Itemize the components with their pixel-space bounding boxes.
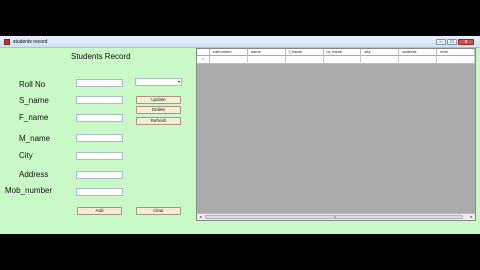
m-name-label: M_name	[19, 134, 51, 143]
column-header-city[interactable]: city	[361, 49, 400, 56]
students-record-window: students record – ▭ x Students Record Ro…	[0, 36, 480, 234]
new-row-indicator[interactable]: *	[197, 56, 210, 64]
chevron-down-icon[interactable]: ▾	[178, 79, 180, 85]
table-cell[interactable]	[361, 56, 400, 64]
horizontal-scrollbar[interactable]: ◂ ||| ▸	[197, 213, 475, 220]
scroll-right-icon[interactable]: ▸	[468, 214, 475, 220]
form-heading: Students Record	[71, 52, 131, 61]
table-cell[interactable]	[210, 56, 248, 64]
column-header-name[interactable]: name	[248, 49, 286, 56]
add-button[interactable]: Add	[77, 207, 122, 215]
m-name-input[interactable]	[76, 134, 123, 142]
scroll-grip-icon: |||	[334, 215, 337, 219]
roll-no-input[interactable]	[76, 79, 123, 87]
grid-corner[interactable]	[197, 49, 210, 56]
s-name-input[interactable]	[76, 96, 123, 104]
roll-no-combobox[interactable]: ▾	[135, 78, 182, 86]
clear-button[interactable]: Clear	[136, 207, 181, 215]
refresh-button[interactable]: Refresh	[136, 117, 181, 125]
roll-no-label: Roll No	[19, 80, 46, 89]
city-input[interactable]	[76, 152, 123, 160]
table-cell[interactable]	[286, 56, 324, 64]
column-header-rollnumber[interactable]: rollnumber	[210, 49, 248, 56]
students-data-grid[interactable]: rollnumber name f_name m_name city addre…	[196, 48, 476, 221]
f-name-label: F_name	[19, 113, 49, 122]
title-bar[interactable]: students record – ▭ x	[0, 36, 480, 48]
column-header-address[interactable]: address	[399, 49, 438, 56]
table-cell[interactable]	[399, 56, 438, 64]
close-button[interactable]: x	[458, 39, 474, 45]
address-input[interactable]	[76, 171, 123, 179]
window-title: students record	[13, 39, 48, 45]
s-name-label: S_name	[19, 96, 49, 105]
minimize-button[interactable]: –	[436, 39, 446, 45]
column-header-m-name[interactable]: m_name	[324, 49, 362, 56]
address-label: Address	[19, 170, 49, 179]
maximize-button[interactable]: ▭	[447, 39, 457, 45]
mob-number-label: Mob_number	[5, 186, 53, 195]
column-header-f-name[interactable]: f_name	[286, 49, 324, 56]
new-row[interactable]: *	[197, 56, 475, 64]
table-cell[interactable]	[324, 56, 362, 64]
table-cell[interactable]	[437, 56, 475, 64]
grid-header: rollnumber name f_name m_name city addre…	[197, 49, 475, 56]
delete-button[interactable]: Delete	[136, 106, 181, 114]
scrollbar-thumb[interactable]: |||	[205, 215, 463, 219]
column-header-mob[interactable]: mob	[437, 49, 475, 56]
table-cell[interactable]	[248, 56, 286, 64]
mob-number-input[interactable]	[76, 188, 123, 196]
form-client-area: Students Record Roll No S_name F_name M_…	[0, 48, 480, 234]
scroll-left-icon[interactable]: ◂	[197, 214, 204, 220]
update-button[interactable]: Update	[136, 96, 181, 104]
f-name-input[interactable]	[76, 114, 123, 122]
city-label: City	[19, 151, 33, 160]
app-icon	[4, 39, 10, 45]
